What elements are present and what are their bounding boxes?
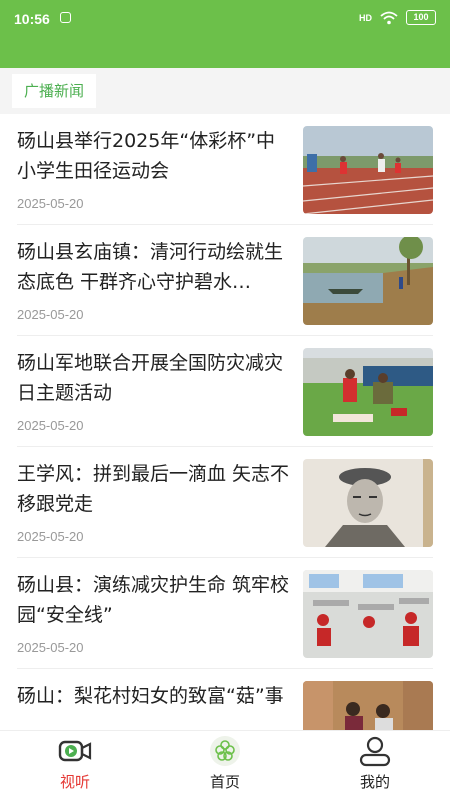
app-notification-icon: [60, 12, 71, 23]
flower-logo-icon: [210, 736, 240, 766]
nav-label-home: 首页: [209, 773, 240, 791]
user-profile-icon: [359, 736, 391, 767]
status-time: 10:56: [14, 11, 50, 27]
nav-tab-home[interactable]: 首页: [150, 731, 300, 800]
track-race-image: [303, 126, 433, 214]
nav-tab-profile[interactable]: 我的: [300, 731, 450, 800]
river-boat-image: [303, 237, 433, 325]
status-bar: 10:56 HD 100: [0, 0, 450, 68]
news-list[interactable]: 砀山县举行2025年“体彩杯”中小学生田径运动会 2025-05-20 砀山县玄…: [0, 114, 450, 730]
portrait-sketch-image: [303, 459, 433, 547]
classroom-drill-image: [303, 570, 433, 658]
first-aid-drill-image: [303, 348, 433, 436]
tab-broadcast-news[interactable]: 广播新闻: [12, 74, 97, 108]
news-item[interactable]: 砀山县举行2025年“体彩杯”中小学生田径运动会 2025-05-20: [17, 114, 433, 225]
news-date: 2025-05-20: [17, 529, 84, 544]
signal-icon: HD: [359, 12, 372, 23]
news-title: 砀山县：演练减灾护生命 筑牢校园“安全线”: [17, 574, 290, 626]
nav-label-profile: 我的: [359, 773, 390, 791]
news-title: 砀山军地联合开展全国防灾减灾日主题活动: [17, 352, 284, 404]
news-date: 2025-05-20: [17, 640, 84, 655]
wifi-icon: [380, 11, 398, 24]
status-indicators: HD 100: [359, 10, 436, 25]
battery-icon: 100: [406, 10, 436, 25]
news-date: 2025-05-20: [17, 307, 84, 322]
bottom-navigation: 视听 首页 我的: [0, 730, 450, 800]
news-date: 2025-05-20: [17, 196, 84, 211]
news-title: 王学风：拼到最后一滴血 矢志不移跟党走: [17, 463, 290, 515]
mushroom-farm-image: [303, 681, 433, 730]
video-camera-icon: [58, 740, 92, 762]
nav-tab-video[interactable]: 视听: [0, 731, 150, 800]
nav-label-video: 视听: [59, 773, 90, 791]
news-item[interactable]: 砀山县：演练减灾护生命 筑牢校园“安全线” 2025-05-20: [17, 558, 433, 669]
news-item[interactable]: 砀山军地联合开展全国防灾减灾日主题活动 2025-05-20: [17, 336, 433, 447]
news-title: 砀山县玄庙镇：清河行动绘就生态底色 干群齐心守护碧水…: [17, 241, 284, 293]
news-title: 砀山：梨花村妇女的致富“菇”事: [17, 685, 284, 707]
news-item[interactable]: 砀山：梨花村妇女的致富“菇”事: [17, 669, 433, 730]
category-tab-bar: 广播新闻: [0, 68, 450, 114]
news-title: 砀山县举行2025年“体彩杯”中小学生田径运动会: [17, 130, 276, 182]
news-item[interactable]: 王学风：拼到最后一滴血 矢志不移跟党走 2025-05-20: [17, 447, 433, 558]
news-date: 2025-05-20: [17, 418, 84, 433]
news-item[interactable]: 砀山县玄庙镇：清河行动绘就生态底色 干群齐心守护碧水… 2025-05-20: [17, 225, 433, 336]
